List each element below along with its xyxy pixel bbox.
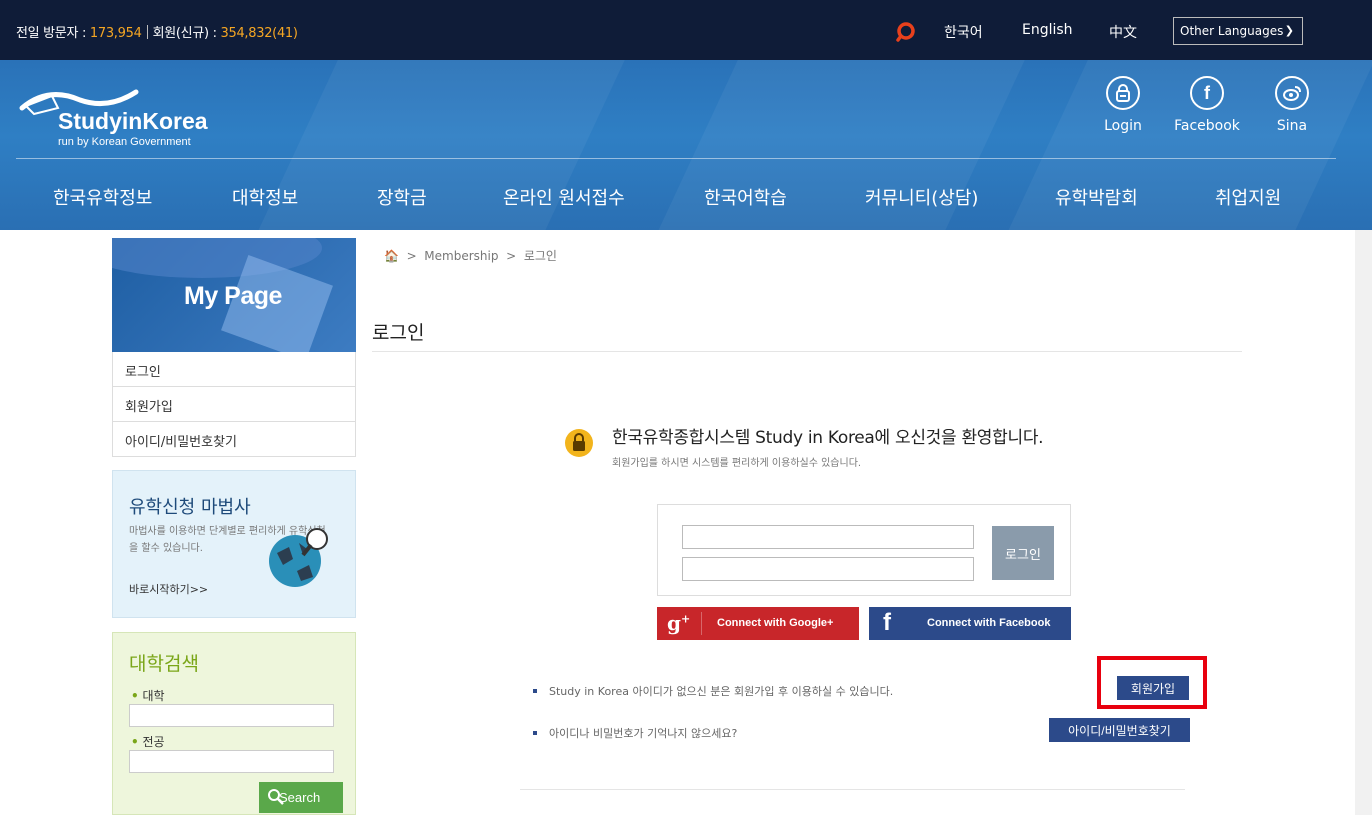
sidebar-item-login[interactable]: 로그인 <box>112 352 356 387</box>
google-button-label: Connect with Google+ <box>717 617 834 629</box>
chevron-down-icon: ❯ <box>1284 24 1294 37</box>
visitor-stats: 전일 방문자 : 173,954 회원(신규) : 354,832(41) <box>16 22 298 41</box>
bullet-icon <box>533 731 537 735</box>
globe-icon <box>269 528 328 587</box>
facebook-button-label: Connect with Facebook <box>927 617 1051 629</box>
nav-community[interactable]: 커뮤니티(상담) <box>865 184 978 210</box>
facebook-icon: f <box>1190 76 1224 110</box>
facebook-connect-button[interactable]: f Connect with Facebook <box>869 607 1071 640</box>
bottom-divider <box>520 789 1185 790</box>
university-label: • 대학 <box>131 689 165 703</box>
other-languages-select[interactable]: Other Languages ❯ <box>1173 17 1303 45</box>
university-search-panel: 대학검색 • 대학 • 전공 Search <box>112 632 356 815</box>
sina-weibo-icon <box>1275 76 1309 110</box>
breadcrumb-membership[interactable]: Membership <box>424 249 498 263</box>
login-form: 로그인 <box>657 504 1071 596</box>
login-link[interactable]: Login <box>1088 76 1158 134</box>
welcome-message: 한국유학종합시스템 Study in Korea에 오신것을 환영합니다. <box>612 428 1044 448</box>
unisearch-title: 대학검색 <box>129 653 199 675</box>
major-label: • 전공 <box>131 735 165 749</box>
search-button[interactable]: Search <box>259 782 343 813</box>
breadcrumb: 🏠 > Membership > 로그인 <box>384 249 557 263</box>
signup-note: Study in Korea 아이디가 없으신 분은 회원가입 후 이용하실 수… <box>549 685 894 698</box>
lang-english[interactable]: English <box>1022 22 1073 38</box>
facebook-label: Facebook <box>1174 118 1240 134</box>
scrollbar[interactable] <box>1355 230 1372 815</box>
google-connect-button[interactable]: g+ Connect with Google+ <box>657 607 859 640</box>
search-icon[interactable] <box>896 22 916 42</box>
visitors-label: 전일 방문자 : <box>16 26 87 41</box>
login-button[interactable]: 로그인 <box>992 526 1054 580</box>
wizard-start-link[interactable]: 바로시작하기>> <box>129 581 208 597</box>
nav-study-info[interactable]: 한국유학정보 <box>53 184 152 210</box>
university-input[interactable] <box>129 704 334 727</box>
header-divider <box>16 158 1336 159</box>
google-plus-icon: g+ <box>667 611 691 635</box>
find-account-button[interactable]: 아이디/비밀번호찾기 <box>1049 718 1190 742</box>
signup-button[interactable]: 회원가입 <box>1117 676 1189 700</box>
site-header: StudyinKorea run by Korean Government Lo… <box>0 60 1372 230</box>
title-divider <box>372 351 1242 352</box>
major-input[interactable] <box>129 750 334 773</box>
nav-scholarship[interactable]: 장학금 <box>377 184 427 210</box>
search-button-label: Search <box>279 790 321 805</box>
nav-study-fair[interactable]: 유학박람회 <box>1055 184 1138 210</box>
find-account-note: 아이디나 비밀번호가 기억나지 않으세요? <box>549 727 738 740</box>
facebook-link[interactable]: f Facebook <box>1172 76 1242 134</box>
password-input[interactable] <box>682 557 974 581</box>
facebook-icon: f <box>883 609 891 636</box>
page-title: 로그인 <box>372 322 425 344</box>
bullet-icon <box>533 689 537 693</box>
nav-korean-learning[interactable]: 한국어학습 <box>704 184 787 210</box>
welcome-subtext: 회원가입를 하시면 시스템를 편리하게 이용하실수 있습니다. <box>612 458 862 469</box>
mypage-title: My Page <box>184 282 282 310</box>
lang-korean[interactable]: 한국어 <box>944 22 983 42</box>
members-label: 회원(신규) : <box>152 26 217 41</box>
top-bar: 전일 방문자 : 173,954 회원(신규) : 354,832(41) 한국어… <box>0 0 1372 60</box>
login-label: Login <box>1104 118 1142 134</box>
nav-university-info[interactable]: 대학정보 <box>232 184 298 210</box>
breadcrumb-current: 로그인 <box>523 249 557 263</box>
other-languages-label: Other Languages <box>1180 24 1284 38</box>
nav-online-application[interactable]: 온라인 원서접수 <box>503 184 625 210</box>
wizard-title: 유학신청 마법사 <box>129 497 251 518</box>
sina-label: Sina <box>1276 118 1308 134</box>
sidebar-item-signup[interactable]: 회원가입 <box>112 387 356 422</box>
sidebar-item-find-account[interactable]: 아이디/비밀번호찾기 <box>112 422 356 457</box>
application-wizard-banner[interactable]: 유학신청 마법사 마법사를 이용하면 단계별로 편리하게 유학신청을 할수 있습… <box>112 470 356 618</box>
search-icon <box>268 789 284 805</box>
button-divider <box>701 612 702 635</box>
home-icon[interactable]: 🏠 <box>384 249 399 263</box>
sina-link[interactable]: Sina <box>1257 76 1327 134</box>
lock-icon <box>1106 76 1140 110</box>
nav-employment[interactable]: 취업지원 <box>1215 184 1281 210</box>
visitors-value: 173,954 <box>89 26 142 41</box>
mypage-banner: My Page <box>112 238 356 352</box>
divider <box>146 25 148 39</box>
logo-title[interactable]: StudyinKorea <box>58 108 208 135</box>
username-input[interactable] <box>682 525 974 549</box>
lang-chinese[interactable]: 中文 <box>1109 22 1137 42</box>
logo-subtitle: run by Korean Government <box>58 136 191 148</box>
members-value: 354,832(41) <box>220 26 298 41</box>
lock-icon <box>565 429 593 457</box>
